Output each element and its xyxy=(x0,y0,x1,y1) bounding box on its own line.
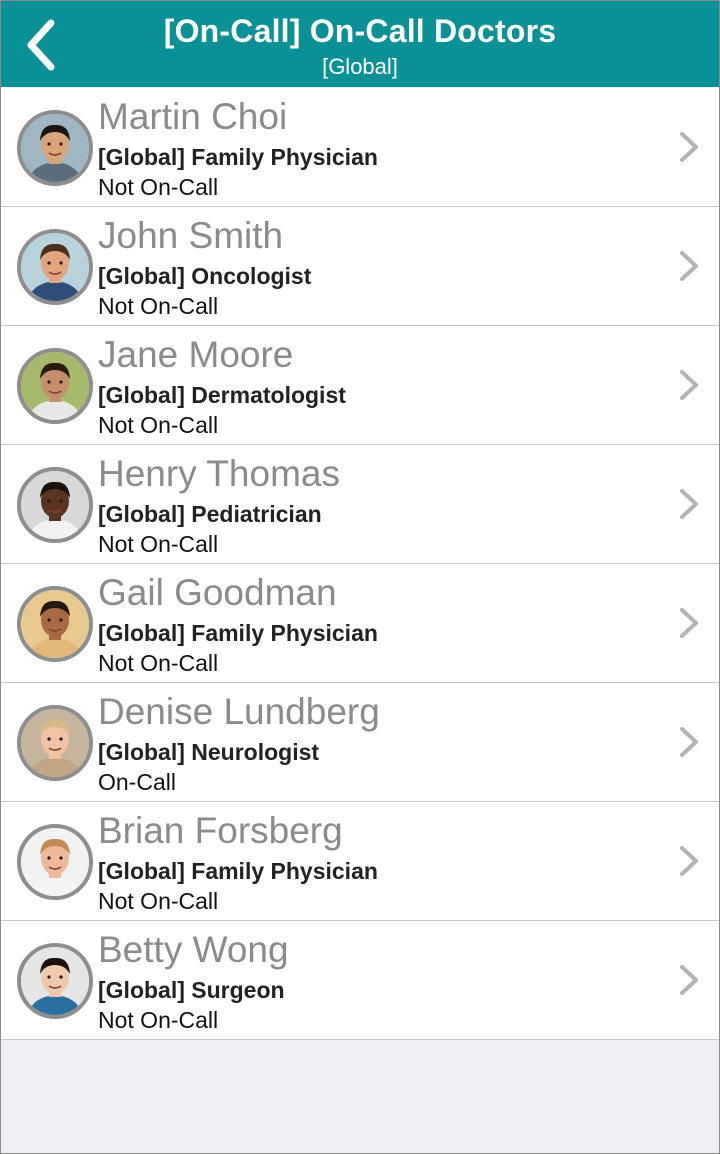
chevron-right-icon xyxy=(677,725,701,759)
nav-header: [On-Call] On-Call Doctors [Global] xyxy=(1,1,719,87)
on-call-status: Not On-Call xyxy=(98,888,219,914)
doctor-name: John Smith xyxy=(98,215,284,256)
chevron-right-icon xyxy=(677,844,701,878)
doctor-role: [Global] Family Physician xyxy=(98,858,378,884)
doctor-role: [Global] Neurologist xyxy=(98,739,320,765)
doctor-role: [Global] Pediatrician xyxy=(98,501,322,527)
doctor-role: [Global] Family Physician xyxy=(98,144,378,170)
on-call-status: Not On-Call xyxy=(98,531,219,557)
doctor-role: [Global] Dermatologist xyxy=(98,382,346,408)
doctor-avatar-icon xyxy=(17,229,93,305)
on-call-status: Not On-Call xyxy=(98,650,219,676)
list-item[interactable]: Denise Lundberg [Global] Neurologist On-Ca… xyxy=(1,683,719,802)
page-subtitle: [Global] xyxy=(322,54,398,79)
doctor-name: Denise Lundberg xyxy=(98,691,380,732)
on-call-status: Not On-Call xyxy=(98,293,219,319)
doctor-name: Henry Thomas xyxy=(98,453,340,494)
page-title: [On-Call] On-Call Doctors xyxy=(163,13,557,49)
list-item[interactable]: John Smith [Global] Oncologist Not On-Call xyxy=(1,207,719,326)
doctor-name: Jane Moore xyxy=(98,334,294,375)
doctor-role: [Global] Family Physician xyxy=(98,620,378,646)
list-item[interactable]: Gail Goodman [Global] Family Physician Not… xyxy=(1,564,719,683)
on-call-status: Not On-Call xyxy=(98,174,219,200)
list-item[interactable]: Betty Wong [Global] Surgeon Not On-Call xyxy=(1,921,719,1040)
doctor-avatar-icon xyxy=(17,110,93,186)
doctor-name: Betty Wong xyxy=(98,929,289,970)
doctor-name: Martin Choi xyxy=(98,96,288,137)
doctor-avatar-icon xyxy=(17,705,93,781)
chevron-right-icon xyxy=(677,487,701,521)
on-call-status: On-Call xyxy=(98,769,176,795)
chevron-right-icon xyxy=(677,963,701,997)
doctor-role: [Global] Surgeon xyxy=(98,977,285,1003)
chevron-right-icon xyxy=(677,606,701,640)
on-call-status: Not On-Call xyxy=(98,1007,219,1033)
doctor-name: Gail Goodman xyxy=(98,572,337,613)
list-item[interactable]: Martin Choi [Global] Family Physician Not … xyxy=(1,88,719,207)
doctor-avatar-icon xyxy=(17,943,93,1019)
list-item[interactable]: Henry Thomas [Global] Pediatrician Not On-… xyxy=(1,445,719,564)
doctor-role: [Global] Oncologist xyxy=(98,263,312,289)
chevron-right-icon xyxy=(677,130,701,164)
list-item[interactable]: Brian Forsberg [Global] Family Physician N… xyxy=(1,802,719,921)
doctor-avatar-icon xyxy=(17,348,93,424)
chevron-right-icon xyxy=(677,249,701,283)
chevron-right-icon xyxy=(677,368,701,402)
doctor-avatar-icon xyxy=(17,586,93,662)
doctor-name: Brian Forsberg xyxy=(98,810,343,851)
doctor-avatar-icon xyxy=(17,824,93,900)
on-call-status: Not On-Call xyxy=(98,412,219,438)
app-frame: [On-Call] On-Call Doctors [Global] Marti… xyxy=(0,0,720,1154)
doctor-avatar-icon xyxy=(17,467,93,543)
list-item[interactable]: Jane Moore [Global] Dermatologist Not On-C… xyxy=(1,326,719,445)
doctor-list: Martin Choi [Global] Family Physician Not … xyxy=(1,88,719,1040)
